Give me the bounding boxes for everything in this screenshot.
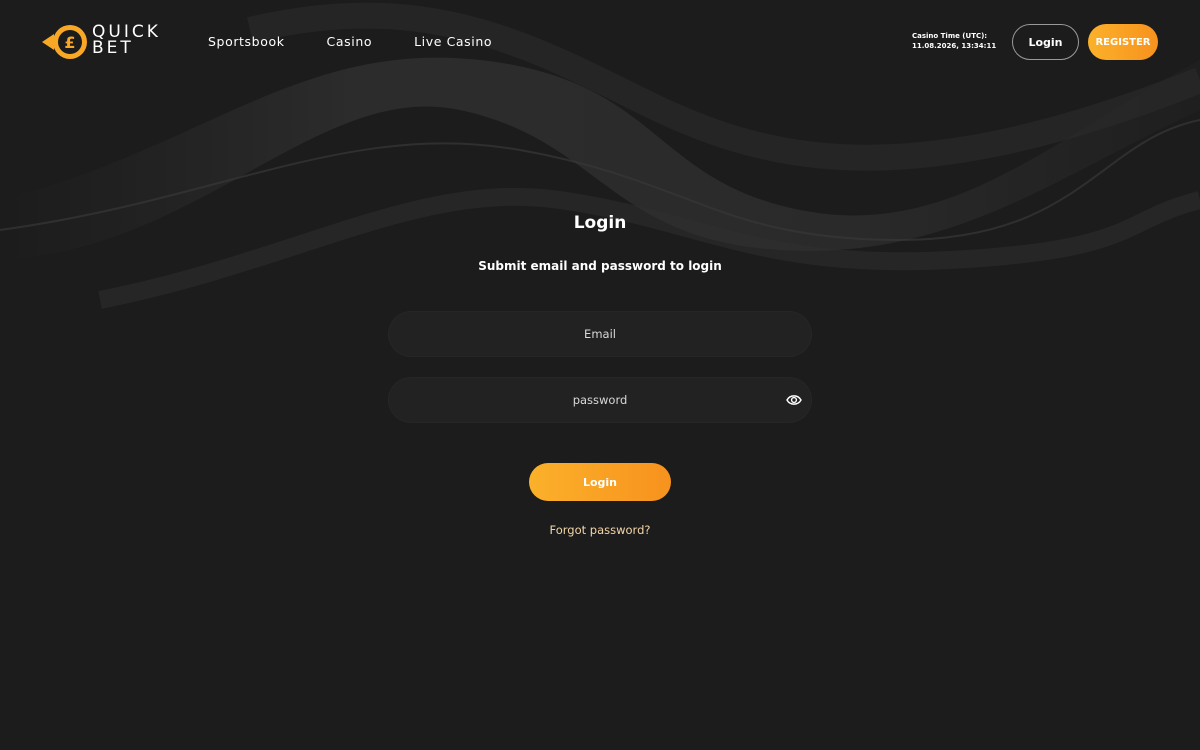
password-field-wrapper <box>388 377 812 423</box>
page-title: Login <box>573 213 627 233</box>
main-nav: Sportsbook Casino Live Casino <box>208 34 534 49</box>
header-login-button[interactable]: Login <box>1012 24 1079 60</box>
svg-text:£: £ <box>64 33 75 52</box>
register-button[interactable]: REGISTER <box>1088 24 1158 60</box>
email-field[interactable] <box>388 311 812 357</box>
casino-time: Casino Time (UTC): 11.08.2026, 13:34:11 <box>912 32 1002 51</box>
email-field-wrapper <box>388 311 812 357</box>
pound-coin-icon: £ <box>42 25 87 59</box>
casino-time-label: Casino Time (UTC): <box>912 32 988 40</box>
forgot-password-link[interactable]: Forgot password? <box>0 523 1200 537</box>
password-field[interactable] <box>388 377 812 423</box>
casino-time-value: 11.08.2026, 13:34:11 <box>912 41 997 50</box>
eye-icon[interactable] <box>786 393 802 407</box>
nav-sportsbook[interactable]: Sportsbook <box>208 34 285 49</box>
login-submit-button[interactable]: Login <box>529 463 671 501</box>
site-header: £ QUICK BET Sportsbook Casino Live Casin… <box>0 0 1200 84</box>
quickbet-logo[interactable]: £ QUICK BET <box>40 22 165 62</box>
logo-text-line2: BET <box>92 38 134 58</box>
nav-casino[interactable]: Casino <box>327 34 373 49</box>
nav-live-casino[interactable]: Live Casino <box>414 34 492 49</box>
login-subtitle: Submit email and password to login <box>478 259 722 273</box>
